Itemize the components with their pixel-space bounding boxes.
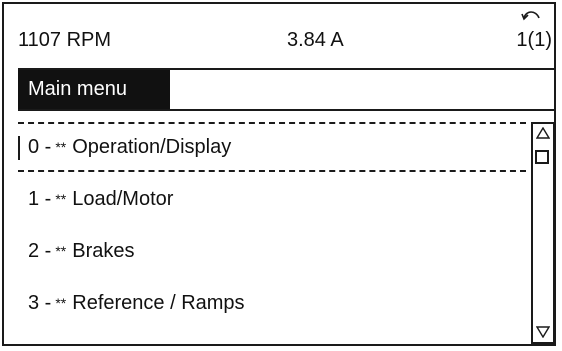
motor-speed-readout: 1107 RPM xyxy=(18,29,112,51)
menu-scrollbar[interactable] xyxy=(531,122,555,344)
menu-header: Main menu xyxy=(18,68,556,111)
triangle-down-icon[interactable] xyxy=(536,326,550,338)
status-bar: 1107 RPM 3.84 A 1(1) xyxy=(4,4,554,62)
menu-item-label: Load/Motor xyxy=(72,188,174,210)
menu-item-stars: ** xyxy=(55,243,67,259)
menu-item-label: Brakes xyxy=(72,240,135,262)
menu-item-label: Reference / Ramps xyxy=(72,292,245,314)
menu-item-operation-display[interactable]: 0 - ** Operation/Display xyxy=(18,122,526,172)
menu-item-brakes[interactable]: 2 - ** Brakes xyxy=(18,226,526,276)
menu-item-stars: ** xyxy=(55,295,67,311)
active-setup-indicator: 1(1) xyxy=(516,29,552,51)
menu-list: 0 - ** Operation/Display 1 - ** Load/Motor 2… xyxy=(18,122,526,342)
menu-item-stars: ** xyxy=(55,191,67,207)
triangle-up-icon[interactable] xyxy=(536,127,550,139)
menu-title: Main menu xyxy=(18,70,170,109)
motor-current-readout: 3.84 A xyxy=(287,29,344,51)
scrollbar-thumb[interactable] xyxy=(535,150,549,164)
menu-item-load-motor[interactable]: 1 - ** Load/Motor xyxy=(18,174,526,224)
menu-item-number: 2 - xyxy=(28,240,52,262)
menu-item-reference-ramps[interactable]: 3 - ** Reference / Ramps xyxy=(18,278,526,328)
menu-item-number: 0 - xyxy=(28,136,52,158)
back-arrow-icon[interactable] xyxy=(520,6,542,24)
menu-item-number: 3 - xyxy=(28,292,52,314)
menu-item-number: 1 - xyxy=(28,188,52,210)
menu-item-label: Operation/Display xyxy=(72,136,232,158)
lcp-display: 1107 RPM 3.84 A 1(1) Main menu 0 - ** Oper… xyxy=(2,2,556,346)
menu-item-stars: ** xyxy=(55,139,67,155)
